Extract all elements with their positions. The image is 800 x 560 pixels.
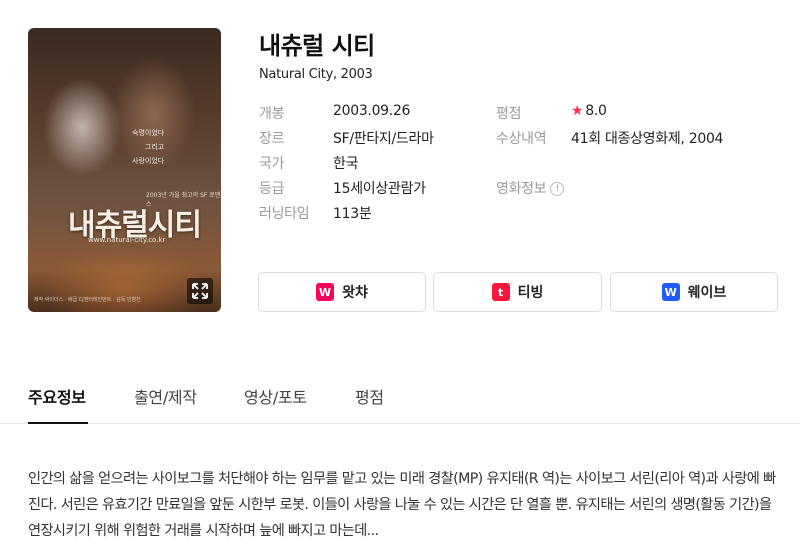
info-help-icon[interactable]: ! xyxy=(550,182,565,196)
tab-cast-crew[interactable]: 출연/제작 xyxy=(134,384,197,408)
genre-value: SF/판타지/드라마 xyxy=(333,131,434,147)
watcha-logo-icon: W xyxy=(316,283,335,301)
tab-reviews[interactable]: 평점 xyxy=(355,384,384,408)
active-tab-indicator xyxy=(28,422,88,424)
expand-icon xyxy=(192,283,208,299)
poster-credits: 제작 싸이더스 · 배급 CJ엔터테인먼트 · 감독 민병천 xyxy=(34,297,141,303)
synopsis-text: 인간의 삶을 얻으려는 사이보그를 처단해야 하는 임무를 맡고 있는 미래 경… xyxy=(28,471,776,539)
ott-tving-label: 티빙 xyxy=(517,285,544,301)
rating-value-wrap: ★ 8.0 xyxy=(571,103,607,119)
ott-watcha-button[interactable]: W 왓챠 xyxy=(258,272,426,312)
country-label: 국가 xyxy=(259,156,285,172)
tving-logo-icon: t xyxy=(491,283,510,301)
info-left: 개봉 2003.09.26 장르 SF/판타지/드라마 국가 한국 등급 15세… xyxy=(259,103,489,233)
tab-main-info[interactable]: 주요정보 xyxy=(28,384,86,408)
movie-info-text: 영화정보 xyxy=(496,181,547,197)
rating-label: 평점 xyxy=(496,106,522,122)
expand-button[interactable] xyxy=(187,278,213,304)
country-value: 한국 xyxy=(333,156,359,172)
release-label: 개봉 xyxy=(259,106,285,122)
wavve-logo-icon: W xyxy=(661,283,680,301)
rating-value: 8.0 xyxy=(585,103,607,119)
ott-wavve-button[interactable]: W 웨이브 xyxy=(610,272,778,312)
award-link[interactable]: 41회 대종상영화제, 2004 xyxy=(571,128,723,148)
ott-tving-button[interactable]: t 티빙 xyxy=(433,272,602,312)
star-icon: ★ xyxy=(571,103,584,119)
grade-label: 등급 xyxy=(259,181,285,197)
info-right: 평점 ★ 8.0 수상내역 41회 대종상영화제, 2004 영화정보! xyxy=(496,103,786,203)
ott-wavve-label: 웨이브 xyxy=(687,285,727,301)
runtime-value: 113분 xyxy=(333,206,372,222)
grade-value: 15세이상관람가 xyxy=(333,181,426,197)
award-label: 수상내역 xyxy=(496,131,547,147)
runtime-label: 러닝타임 xyxy=(259,206,310,222)
movie-info-label: 영화정보! xyxy=(496,178,565,198)
poster-url: www.natural-city.co.kr xyxy=(88,236,166,244)
release-value: 2003.09.26 xyxy=(333,103,411,119)
tab-bar: 주요정보 출연/제작 영상/포토 평점 xyxy=(0,380,800,424)
page-title: 내츄럴 시티 xyxy=(259,32,375,60)
genre-label: 장르 xyxy=(259,131,285,147)
movie-poster[interactable]: 숙명이었다 그리고 사랑이었다 2003년 가을 최고의 SF 로맨스 내츄럴시… xyxy=(28,28,221,312)
original-title: Natural City, 2003 xyxy=(259,67,373,82)
ott-watcha-label: 왓챠 xyxy=(342,285,368,301)
tab-video-photo[interactable]: 영상/포토 xyxy=(244,384,307,408)
poster-tagline: 숙명이었다 그리고 사랑이었다 xyxy=(132,129,165,165)
